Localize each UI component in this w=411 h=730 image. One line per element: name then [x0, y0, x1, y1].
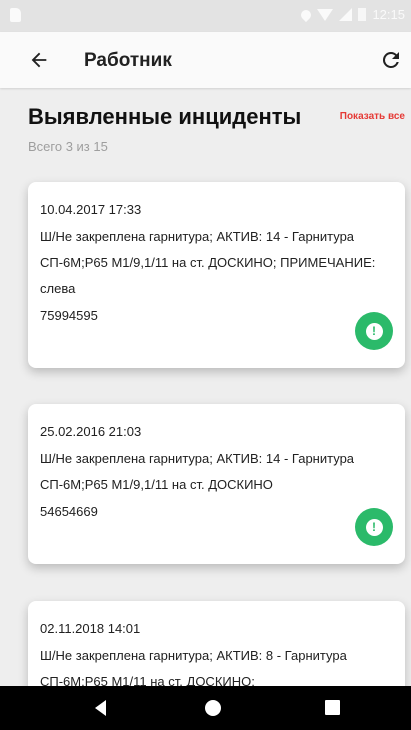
refresh-icon[interactable]: [379, 48, 403, 72]
cellular-signal-icon: [339, 8, 353, 21]
incident-datetime: 10.04.2017 17:33: [40, 202, 142, 217]
page-title: Работник: [84, 50, 172, 71]
battery-icon: [358, 8, 367, 21]
sim-card-icon: [10, 8, 21, 22]
system-nav-bar: [0, 686, 411, 730]
status-time: 12:15: [372, 7, 405, 22]
incident-description: Ш/Не закреплена гарнитура; АКТИВ: 14 - Г…: [40, 229, 376, 296]
incident-description: Ш/Не закреплена гарнитура; АКТИВ: 14 - Г…: [40, 451, 355, 492]
app-bar: Работник: [0, 32, 411, 88]
exclamation-icon[interactable]: !: [355, 508, 393, 546]
incident-number: 75994595: [40, 308, 98, 323]
back-arrow-icon[interactable]: [28, 49, 50, 71]
section-title: Выявленные инциденты: [28, 104, 302, 129]
exclamation-icon[interactable]: !: [355, 312, 393, 350]
wifi-icon: [317, 8, 334, 21]
nav-back-icon[interactable]: [95, 700, 106, 716]
location-icon: [299, 7, 314, 22]
show-all-link[interactable]: Показать все: [340, 111, 405, 122]
status-icons: 12:15: [299, 7, 405, 22]
nav-recents-icon[interactable]: [325, 700, 340, 715]
total-count: Всего 3 из 15: [28, 139, 108, 154]
status-bar: 12:15: [0, 0, 411, 32]
incident-datetime: 02.11.2018 14:01: [40, 621, 141, 636]
incident-datetime: 25.02.2016 21:03: [40, 424, 142, 439]
incident-number: 54654669: [40, 504, 98, 519]
incident-card[interactable]: 25.02.2016 21:03 Ш/Не закреплена гарниту…: [28, 404, 405, 564]
nav-home-icon[interactable]: [205, 700, 221, 716]
incident-card[interactable]: 10.04.2017 17:33 Ш/Не закреплена гарниту…: [28, 182, 405, 368]
